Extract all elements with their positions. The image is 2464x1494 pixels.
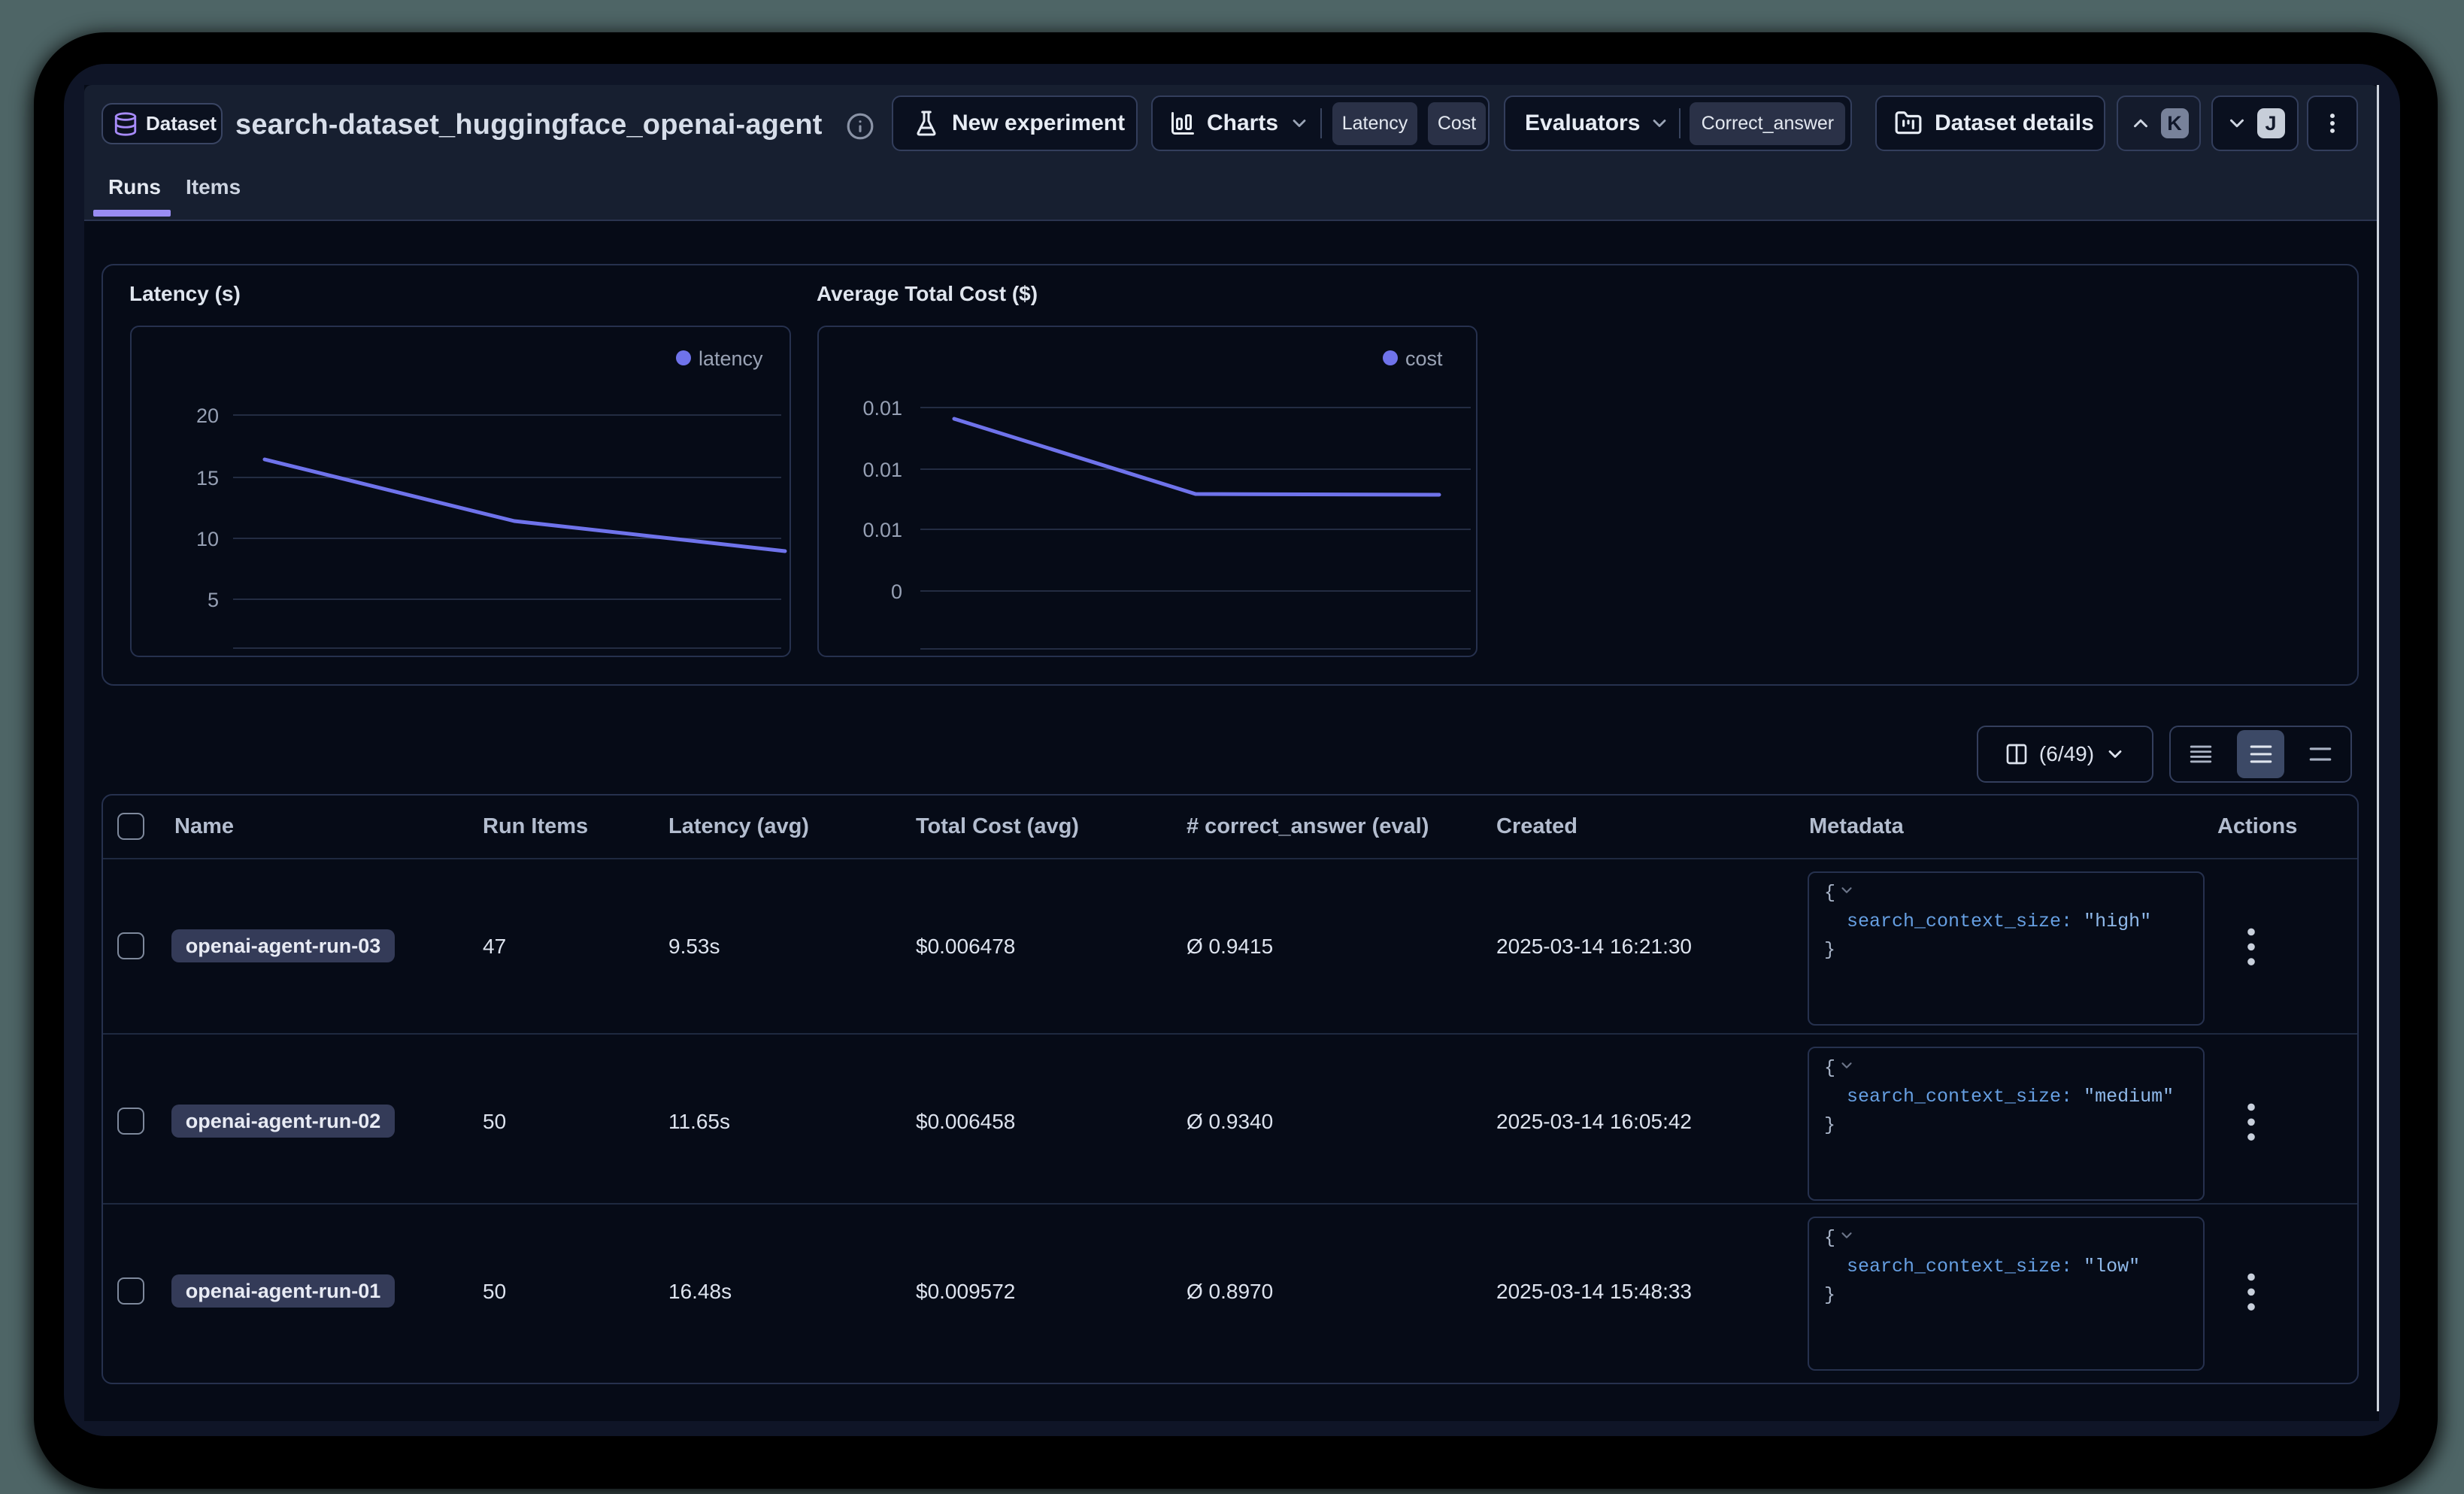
svg-text:5: 5: [208, 589, 219, 611]
svg-text:15: 15: [196, 467, 219, 489]
svg-text:0.01: 0.01: [862, 397, 902, 420]
svg-text:20: 20: [196, 405, 219, 427]
svg-text:0.01: 0.01: [862, 459, 902, 481]
svg-text:latency: latency: [699, 347, 763, 370]
svg-text:0.01: 0.01: [862, 519, 902, 541]
svg-text:0: 0: [891, 580, 902, 603]
svg-text:10: 10: [196, 528, 219, 550]
svg-text:cost: cost: [1405, 347, 1443, 370]
